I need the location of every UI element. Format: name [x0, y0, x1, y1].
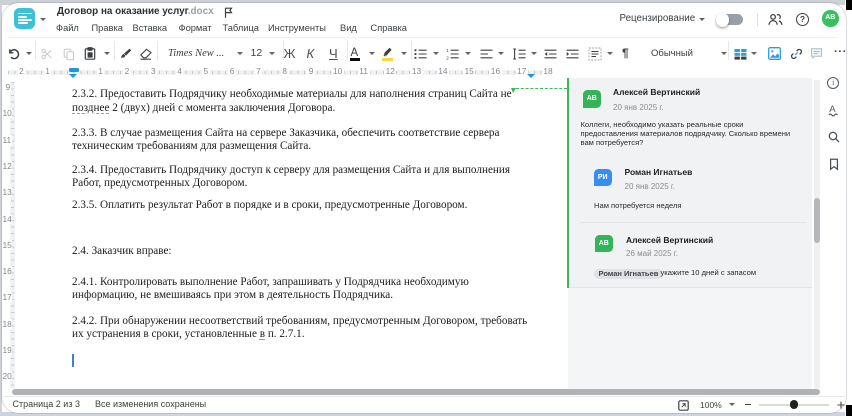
svg-text:1: 1 — [446, 48, 449, 53]
svg-text:2: 2 — [446, 55, 449, 60]
svg-text:A: A — [829, 104, 836, 115]
